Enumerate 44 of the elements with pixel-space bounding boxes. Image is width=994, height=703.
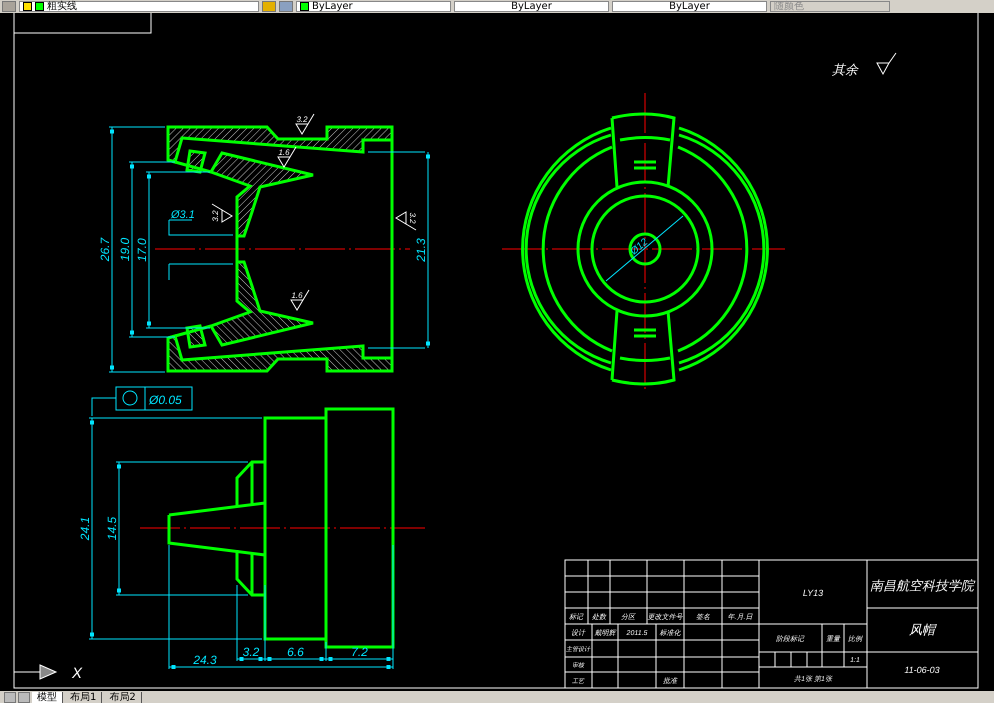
dimension-text: 6.6 (287, 645, 304, 659)
roughness-value: 3.2 (408, 212, 417, 224)
roughness-value: 1.6 (278, 148, 290, 157)
roughness-icon (876, 52, 896, 76)
axis-label: X (72, 665, 82, 682)
layer-dropdown[interactable]: 粗实线 (19, 1, 259, 12)
prev-page-icon[interactable] (18, 692, 30, 703)
roughness-icon (212, 204, 233, 222)
dimension-text: 7.2 (351, 645, 368, 659)
dimension-text: 14.5 (105, 516, 119, 540)
roughness-icon (290, 290, 310, 311)
note-text: 其余 (832, 62, 858, 77)
roughness-value: 1.6 (291, 291, 303, 300)
roughness-value: 3.2 (296, 115, 308, 124)
drawing-number: 11-06-03 (904, 665, 940, 675)
tolerance-text: Ø0.05 (149, 393, 182, 407)
section-edge (168, 324, 212, 340)
first-page-icon[interactable] (4, 692, 16, 703)
linetype-dropdown[interactable]: ByLayer (454, 1, 609, 12)
dimension-text: 26.7 (98, 238, 112, 262)
roughness-icon (278, 146, 296, 168)
roughness-icon (296, 114, 314, 135)
layer-manager-icon[interactable] (262, 1, 276, 12)
school-name: 南昌航空科技学院 (870, 578, 974, 593)
color-dropdown[interactable]: ByLayer (296, 1, 451, 12)
section-edge (236, 236, 238, 262)
dimension-text: 21.3 (414, 238, 428, 262)
dimension-text: 17.0 (135, 238, 149, 262)
dimension-text: Ø3.1 (171, 209, 195, 221)
dimension-text: 3.2 (242, 645, 260, 659)
layout-tab[interactable]: 模型 (32, 692, 63, 703)
roughness-icon (395, 212, 416, 230)
dimension-text: 24.3 (193, 653, 217, 667)
layer-state-icon[interactable] (2, 1, 16, 12)
dimension-text: 19.0 (118, 238, 132, 262)
part-name: 风帽 (909, 622, 935, 637)
section-edge (168, 158, 212, 174)
ucs-icon (14, 664, 58, 680)
concentricity-icon (122, 390, 138, 406)
title-block-text: LY13 (802, 588, 824, 598)
layers-icon[interactable] (279, 1, 293, 12)
lineweight-dropdown[interactable]: ByLayer (612, 1, 767, 12)
dimension-text: 24.1 (78, 516, 92, 540)
roughness-value: 3.2 (211, 210, 220, 222)
